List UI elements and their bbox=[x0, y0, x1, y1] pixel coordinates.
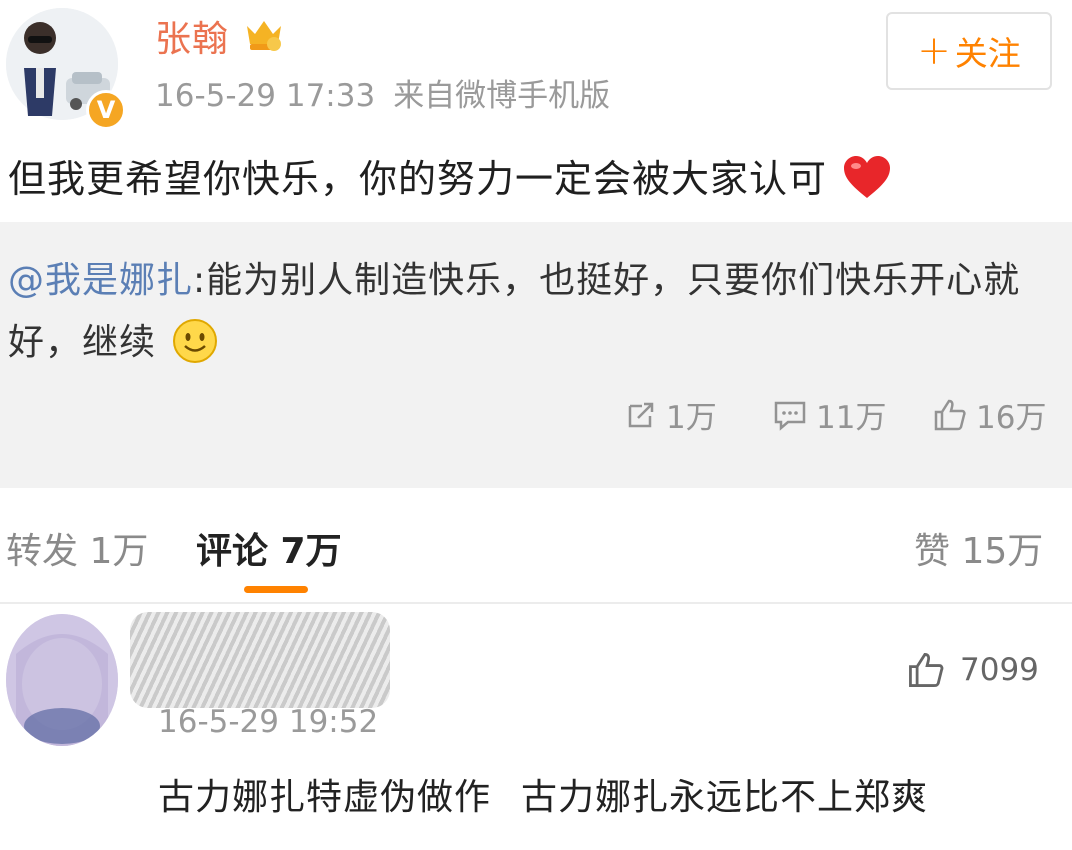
repost-box[interactable]: @我是娜扎:能为别人制造快乐，也挺好，只要你们快乐开心就好，继续 1万 11万 … bbox=[0, 222, 1072, 460]
author-name[interactable]: 张翰 bbox=[155, 10, 229, 62]
follow-label: 关注 bbox=[954, 34, 1021, 73]
plus-icon: + bbox=[917, 28, 951, 74]
active-tab-indicator bbox=[244, 586, 308, 593]
smile-icon bbox=[173, 319, 218, 363]
post-text: 但我更希望你快乐，你的努力一定会被大家认可 bbox=[8, 148, 892, 203]
crown-icon bbox=[247, 21, 281, 51]
follow-button[interactable]: + 关注 bbox=[886, 12, 1052, 90]
tab-repost[interactable]: 转发 1万 bbox=[6, 522, 148, 574]
post-time: 16-5-29 17:33 bbox=[155, 78, 376, 114]
post-source: 来自微博手机版 bbox=[393, 78, 611, 114]
post-text-content: 但我更希望你快乐，你的努力一定会被大家认可 bbox=[8, 157, 828, 201]
repost-count[interactable]: 1万 bbox=[624, 392, 717, 437]
comment-like-button[interactable]: 7099 bbox=[906, 650, 1039, 690]
like-icon bbox=[909, 653, 944, 687]
commenter-name-redacted bbox=[130, 612, 390, 708]
author-avatar[interactable]: V bbox=[6, 8, 126, 130]
commenter-avatar[interactable] bbox=[6, 614, 118, 746]
interaction-tabs: 转发 1万 评论 7万 赞 15万 bbox=[0, 488, 1072, 604]
section-divider bbox=[0, 460, 1072, 488]
like-count-value: 16万 bbox=[976, 400, 1047, 436]
repost-icon bbox=[628, 402, 654, 427]
repost-text: @我是娜扎:能为别人制造快乐，也挺好，只要你们快乐开心就好，继续 bbox=[8, 250, 1058, 374]
heart-icon bbox=[844, 156, 891, 198]
like-count[interactable]: 16万 bbox=[932, 392, 1046, 437]
tab-like[interactable]: 赞 15万 bbox=[914, 522, 1043, 574]
comment-count[interactable]: 11万 bbox=[772, 392, 886, 437]
like-icon bbox=[934, 399, 966, 430]
post-meta: 16-5-29 17:33 来自微博手机版 bbox=[155, 70, 610, 115]
repost-count-value: 1万 bbox=[666, 400, 717, 436]
comment-icon bbox=[774, 401, 806, 431]
comment-text: 古力娜扎特虚伪做作 古力娜扎永远比不上郑爽 bbox=[158, 768, 928, 820]
comment-text-part1: 古力娜扎特虚伪做作 bbox=[158, 777, 492, 818]
verified-icon: V bbox=[86, 90, 126, 130]
comment-like-count: 7099 bbox=[960, 652, 1039, 688]
commenter-avatar-image bbox=[6, 614, 118, 746]
comment-time: 16-5-29 19:52 bbox=[158, 704, 379, 740]
comment-count-value: 11万 bbox=[816, 400, 887, 436]
comment-text-part2: 古力娜扎永远比不上郑爽 bbox=[521, 777, 929, 818]
mention-link[interactable]: @我是娜扎 bbox=[8, 260, 193, 301]
tab-comment[interactable]: 评论 7万 bbox=[196, 522, 342, 574]
